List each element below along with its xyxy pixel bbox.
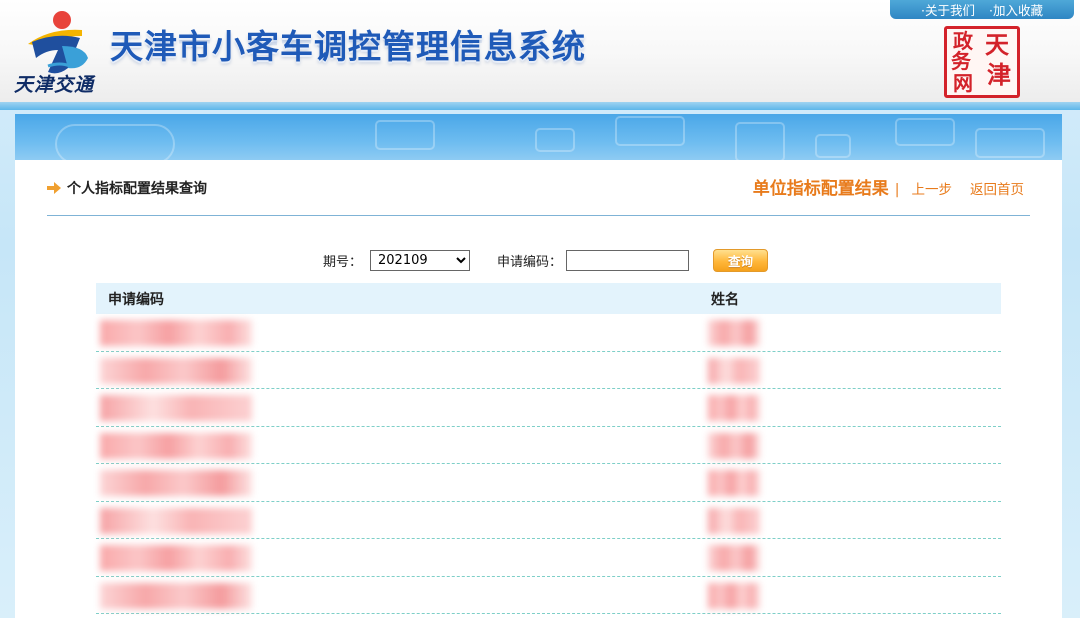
redacted-name — [708, 582, 760, 609]
table-row — [96, 464, 1001, 502]
logo-text: 天津交通 — [14, 74, 95, 96]
table-row — [96, 389, 1001, 427]
redacted-code — [100, 432, 252, 459]
redacted-code — [100, 582, 252, 609]
redacted-name — [708, 432, 760, 459]
divider — [47, 215, 1030, 216]
unit-results-link[interactable]: 单位指标配置结果 — [753, 174, 889, 199]
seal-char: 网 — [953, 71, 973, 95]
redacted-code — [100, 507, 252, 534]
top-links-bar: ·关于我们 ·加入收藏 — [890, 0, 1074, 19]
decorative-banner — [15, 114, 1062, 160]
breadcrumb: 个人指标配置结果查询 — [47, 178, 207, 198]
redacted-name — [708, 507, 760, 534]
column-header-code: 申请编码 — [108, 291, 164, 308]
redacted-name — [708, 545, 760, 571]
table-row — [96, 314, 1001, 352]
table-header: 申请编码 姓名 — [96, 283, 1001, 314]
arrow-right-icon — [47, 182, 61, 194]
seal-char: 政 — [953, 29, 973, 53]
period-select[interactable]: 202109 — [370, 250, 471, 271]
about-us-link[interactable]: ·关于我们 — [921, 0, 975, 19]
seal-char: 津 — [987, 60, 1011, 89]
column-header-name: 姓名 — [711, 291, 739, 308]
table-row — [96, 502, 1001, 539]
header-divider-strip — [0, 102, 1080, 110]
add-favorite-link[interactable]: ·加入收藏 — [989, 0, 1043, 19]
redacted-name — [708, 357, 760, 384]
home-link[interactable]: 返回首页 — [970, 178, 1024, 198]
redacted-code — [100, 470, 252, 496]
code-label: 申请编码： — [497, 255, 563, 270]
redacted-code — [100, 395, 252, 421]
main-panel: 个人指标配置结果查询 单位指标配置结果 | 上一步 返回首页 期号： 20210… — [15, 160, 1062, 618]
prev-step-link[interactable]: 上一步 — [912, 178, 953, 198]
table-row — [96, 352, 1001, 389]
nav-separator: | — [894, 182, 900, 198]
seal-char: 务 — [951, 49, 971, 73]
query-button[interactable]: 查询 — [713, 249, 769, 272]
redacted-code — [100, 320, 252, 346]
tianjin-gov-seal-logo[interactable]: 天 津 政 务 网 — [944, 26, 1020, 98]
redacted-name — [708, 470, 760, 496]
table-row — [96, 539, 1001, 577]
page-title: 个人指标配置结果查询 — [67, 181, 207, 197]
site-header: 天津交通 天津市小客车调控管理信息系统 天津市小客车调控管理信息系统 ·关于我们… — [0, 0, 1080, 104]
redacted-name — [708, 320, 760, 346]
period-label: 期号： — [323, 255, 363, 270]
table-row — [96, 427, 1001, 464]
redacted-code — [100, 357, 252, 384]
code-input[interactable] — [566, 250, 690, 271]
search-form: 期号： 202109 申请编码： 查询 — [323, 249, 769, 272]
site-title-reflection: 天津市小客车调控管理信息系统 — [110, 38, 630, 58]
results-table: 申请编码 姓名 — [96, 283, 1001, 614]
nav-links: 单位指标配置结果 | 上一步 返回首页 — [753, 174, 1024, 199]
table-row — [96, 577, 1001, 614]
redacted-name — [708, 395, 760, 421]
seal-char: 天 — [985, 30, 1009, 59]
redacted-code — [100, 545, 252, 571]
